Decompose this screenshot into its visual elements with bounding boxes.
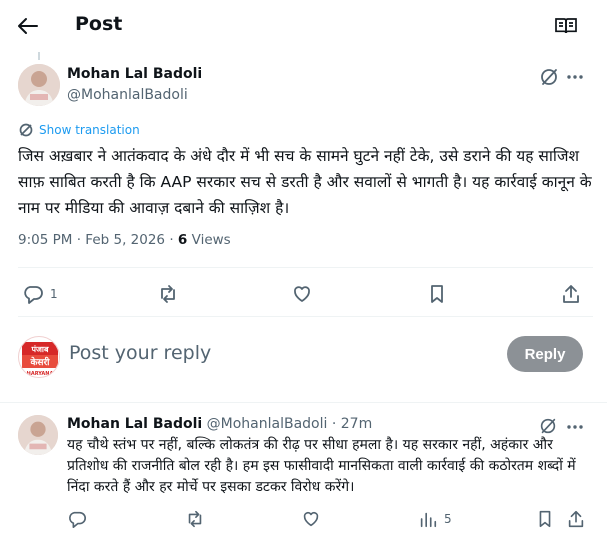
reply-input[interactable]: Post your reply xyxy=(69,342,211,364)
page-title: Post xyxy=(75,13,123,35)
repost-icon xyxy=(185,509,205,529)
divider xyxy=(0,402,607,403)
reply-icon xyxy=(22,283,44,305)
reply-submit-button[interactable]: Reply xyxy=(507,336,583,372)
post-time[interactable]: 9:05 PM xyxy=(18,232,72,248)
post-text: जिस अख़बार ने आतंकवाद के अंधे दौर में भी… xyxy=(18,147,592,217)
author-avatar[interactable] xyxy=(18,64,60,106)
reply-icon xyxy=(67,509,87,529)
views-button[interactable]: 5 xyxy=(418,509,452,529)
avatar-text-mid: केसरी xyxy=(29,356,50,368)
repost-button[interactable] xyxy=(157,283,179,305)
views-count: 6 xyxy=(177,232,188,248)
show-translation-label: Show translation xyxy=(39,123,140,137)
reply-author-name[interactable]: Mohan Lal Badoli xyxy=(67,416,202,432)
like-button[interactable] xyxy=(301,509,321,529)
reader-mode-icon[interactable] xyxy=(553,13,579,39)
views-label: Views xyxy=(191,232,231,248)
my-avatar[interactable]: पंजाब केसरी HARYANA xyxy=(18,336,60,378)
divider xyxy=(18,267,593,268)
avatar-text-bottom: HARYANA xyxy=(27,371,54,377)
post-date[interactable]: Feb 5, 2026 xyxy=(85,232,165,248)
heart-icon xyxy=(291,283,313,305)
separator-dot: · xyxy=(331,416,337,432)
top-bar: Post xyxy=(0,0,607,52)
reply-button[interactable]: 1 xyxy=(22,283,58,305)
analytics-icon xyxy=(418,509,438,529)
grok-icon[interactable] xyxy=(538,66,560,88)
reply-text: यह चौथे स्तंभ पर नहीं, बल्कि लोकतंत्र की… xyxy=(67,437,576,495)
bookmark-button[interactable] xyxy=(535,509,555,529)
reply-author-avatar[interactable] xyxy=(18,415,58,455)
share-icon xyxy=(560,283,582,305)
reply-button[interactable] xyxy=(67,509,87,529)
author-name[interactable]: Mohan Lal Badoli xyxy=(67,66,202,82)
reply-author-handle[interactable]: @MohanlalBadoli xyxy=(207,416,328,432)
heart-icon xyxy=(301,509,321,529)
bookmark-button[interactable] xyxy=(426,283,448,305)
reply-header: Mohan Lal Badoli @MohanlalBadoli · 27m xyxy=(67,416,372,432)
share-button[interactable] xyxy=(560,283,582,305)
show-translation-link[interactable]: Show translation xyxy=(18,121,140,139)
share-button[interactable] xyxy=(566,509,586,529)
bookmark-icon xyxy=(426,283,448,305)
grok-icon[interactable] xyxy=(538,416,558,436)
repost-button[interactable] xyxy=(185,509,205,529)
bookmark-icon xyxy=(535,509,555,529)
back-arrow-icon[interactable] xyxy=(14,12,42,40)
author-handle[interactable]: @MohanlalBadoli xyxy=(67,87,188,103)
reply-views-count: 5 xyxy=(444,512,452,526)
divider xyxy=(18,316,593,317)
thread-connector xyxy=(38,52,40,60)
reply-count: 1 xyxy=(50,287,58,301)
more-options-icon[interactable] xyxy=(564,66,586,88)
reply-time[interactable]: 27m xyxy=(341,416,372,432)
like-button[interactable] xyxy=(291,283,313,305)
translate-icon xyxy=(18,122,34,138)
share-icon xyxy=(566,509,586,529)
repost-icon xyxy=(157,283,179,305)
avatar-text-top: पंजाब xyxy=(30,345,49,354)
post-meta: 9:05 PM · Feb 5, 2026 · 6 Views xyxy=(18,232,231,248)
